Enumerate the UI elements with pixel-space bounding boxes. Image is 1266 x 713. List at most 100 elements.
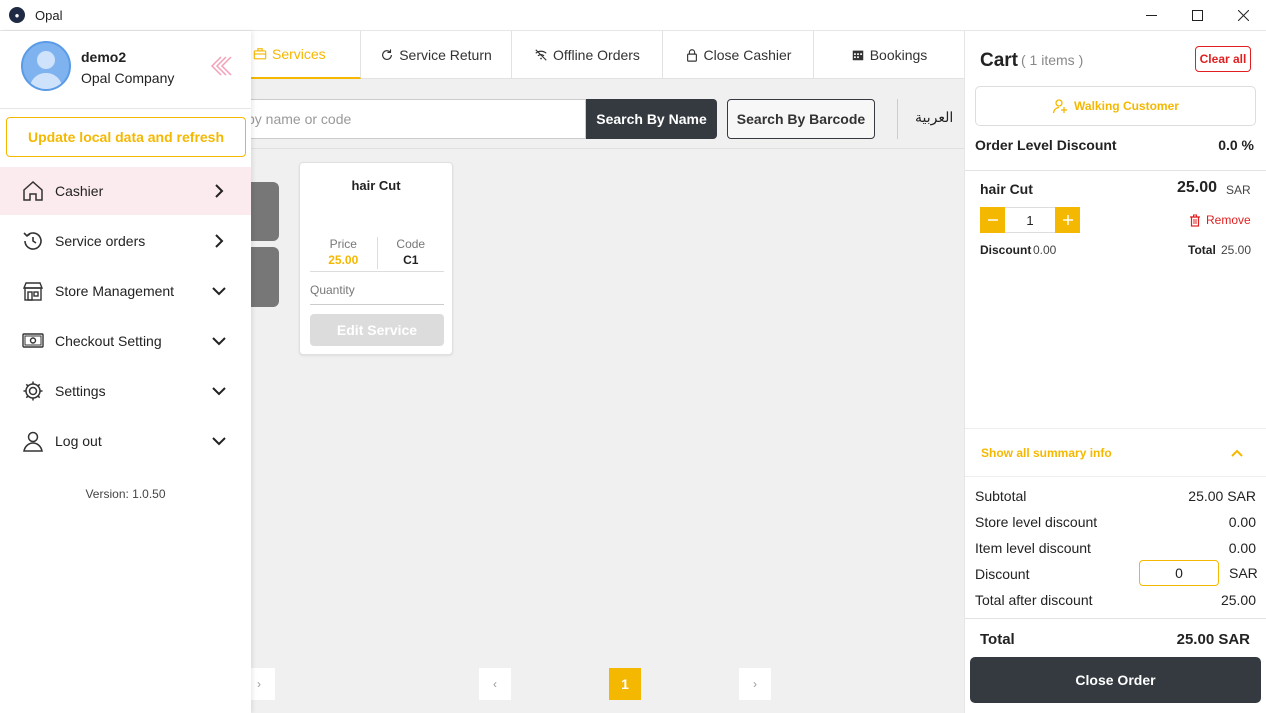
minimize-icon[interactable] xyxy=(1128,0,1174,31)
wifi-off-icon xyxy=(535,49,547,61)
cart-item-price: 25.00 xyxy=(1177,179,1218,196)
window-title: Opal xyxy=(35,7,63,23)
quantity-field[interactable]: Quantity xyxy=(310,283,355,297)
search-placeholder: by name or code xyxy=(247,111,352,127)
sidebar-item-label: Cashier xyxy=(55,183,104,199)
sidebar-item-store-management[interactable]: Store Management xyxy=(0,267,251,315)
clear-all-button[interactable]: Clear all xyxy=(1195,46,1251,72)
sidebar-item-checkout-setting[interactable]: Checkout Setting xyxy=(0,317,251,365)
sidebar-item-label: Log out xyxy=(55,433,102,449)
subtotal-value: 25.00 SAR xyxy=(1188,488,1256,504)
version-label: Version: 1.0.50 xyxy=(85,487,166,501)
divider xyxy=(310,304,444,305)
store-discount-value: 0.00 xyxy=(1228,514,1256,530)
window-titlebar: ● Opal xyxy=(0,0,1266,31)
cart-item-total-value: 25.00 xyxy=(1221,243,1252,257)
code-column: Code C1 xyxy=(376,237,445,269)
tab-bookings[interactable]: Bookings xyxy=(814,31,964,79)
item-discount-label: Item level discount xyxy=(975,540,1091,556)
category-tile[interactable] xyxy=(251,182,279,241)
discount-label: Discount xyxy=(975,566,1030,582)
show-summary-toggle: Show all summary info xyxy=(981,446,1112,460)
sidebar-item-label: Checkout Setting xyxy=(55,333,162,349)
app-logo-icon: ● xyxy=(9,7,25,23)
service-name: hair Cut xyxy=(351,178,401,193)
language-toggle[interactable]: العربية xyxy=(915,109,953,126)
cart-item-count: ( 1 items ) xyxy=(1021,52,1084,68)
chevron-right-icon xyxy=(215,234,224,248)
tab-services[interactable]: Services xyxy=(251,31,361,79)
sidebar-item-settings[interactable]: Settings xyxy=(0,367,251,415)
calendar-icon xyxy=(852,50,863,61)
divider xyxy=(0,108,251,109)
sidebar-item-label: Settings xyxy=(55,383,106,399)
quantity-decrease-button[interactable] xyxy=(980,207,1005,233)
chevron-right-icon xyxy=(215,184,224,198)
service-card[interactable]: hair Cut Price 25.00 Code C1 Quantity Ed… xyxy=(299,162,453,355)
chevron-up-icon xyxy=(1231,449,1243,457)
quantity-increase-button[interactable] xyxy=(1055,207,1080,233)
walking-customer-label: Walking Customer xyxy=(1074,99,1179,113)
price-label: Price xyxy=(329,237,357,251)
collapse-drawer-icon[interactable] xyxy=(207,53,233,79)
divider xyxy=(965,170,1266,171)
remove-item-button[interactable]: Remove xyxy=(1189,213,1251,227)
remove-label: Remove xyxy=(1206,213,1251,227)
search-by-name-button[interactable]: Search By Name xyxy=(586,99,717,139)
cart-item-discount-value: 0.00 xyxy=(1033,243,1057,257)
code-label: Code xyxy=(396,237,426,251)
search-by-barcode-button[interactable]: Search By Barcode xyxy=(727,99,875,139)
item-discount-value: 0.00 xyxy=(1228,540,1256,556)
walking-customer-button[interactable]: Walking Customer xyxy=(975,86,1256,126)
divider xyxy=(897,99,898,139)
page-current-button[interactable]: 1 xyxy=(609,668,641,700)
cart-item-discount-label: Discount xyxy=(980,243,1032,257)
discount-input[interactable]: 0 xyxy=(1139,560,1219,586)
after-discount-row: Total after discount 25.00 xyxy=(975,592,1256,608)
sidebar-item-cashier[interactable]: Cashier xyxy=(0,167,251,215)
home-icon xyxy=(23,180,43,201)
order-level-discount-label: Order Level Discount xyxy=(975,137,1117,153)
trash-icon xyxy=(1190,214,1200,227)
page-next-button[interactable]: › xyxy=(739,668,771,700)
tab-service-return[interactable]: Service Return xyxy=(361,31,512,79)
item-discount-row: Item level discount 0.00 xyxy=(975,540,1256,556)
discount-currency: SAR xyxy=(1229,565,1258,581)
tab-close-cashier[interactable]: Close Cashier xyxy=(663,31,814,79)
edit-service-button[interactable]: Edit Service xyxy=(310,314,444,346)
sidebar-item-label: Service orders xyxy=(55,233,146,249)
summary-toggle-bar[interactable]: Show all summary info xyxy=(965,428,1266,477)
tab-offline-orders[interactable]: Offline Orders xyxy=(512,31,663,79)
price-column: Price 25.00 xyxy=(310,237,377,269)
top-tabs: Services Service Return Offline Orders C… xyxy=(251,31,964,79)
page-prev-button[interactable]: ‹ xyxy=(479,668,511,700)
after-discount-value: 25.00 xyxy=(1220,592,1256,608)
update-local-data-button[interactable]: Update local data and refresh xyxy=(6,117,246,157)
sidebar-item-service-orders[interactable]: Service orders xyxy=(0,217,251,265)
cart-item-name: hair Cut xyxy=(980,181,1033,197)
service-meta: Price 25.00 Code C1 xyxy=(310,237,444,269)
cart-title: Cart xyxy=(980,50,1019,71)
subtotal-label: Subtotal xyxy=(975,488,1027,504)
category-tile[interactable] xyxy=(251,247,279,307)
minus-icon xyxy=(987,219,998,221)
total-label: Total xyxy=(980,631,1015,648)
divider xyxy=(310,271,444,272)
store-discount-label: Store level discount xyxy=(975,514,1098,530)
cart-panel: Cart ( 1 items ) Clear all Walking Custo… xyxy=(964,31,1266,713)
close-window-icon[interactable] xyxy=(1220,0,1266,31)
user-name: demo2 xyxy=(81,49,127,65)
user-icon xyxy=(23,431,43,452)
history-icon xyxy=(23,232,42,250)
price-value: 25.00 xyxy=(328,253,359,267)
maximize-icon[interactable] xyxy=(1174,0,1220,31)
subtotal-row: Subtotal 25.00 SAR xyxy=(975,488,1256,504)
search-input[interactable]: by name or code xyxy=(241,99,586,139)
close-order-button[interactable]: Close Order xyxy=(970,657,1261,703)
quantity-input[interactable]: 1 xyxy=(1005,207,1055,233)
tab-label: Service Return xyxy=(399,47,492,63)
sidebar-item-log-out[interactable]: Log out xyxy=(0,417,251,465)
chevron-down-icon xyxy=(212,287,226,296)
order-level-discount-value: 0.0 % xyxy=(1218,137,1254,153)
code-value: C1 xyxy=(403,253,419,267)
